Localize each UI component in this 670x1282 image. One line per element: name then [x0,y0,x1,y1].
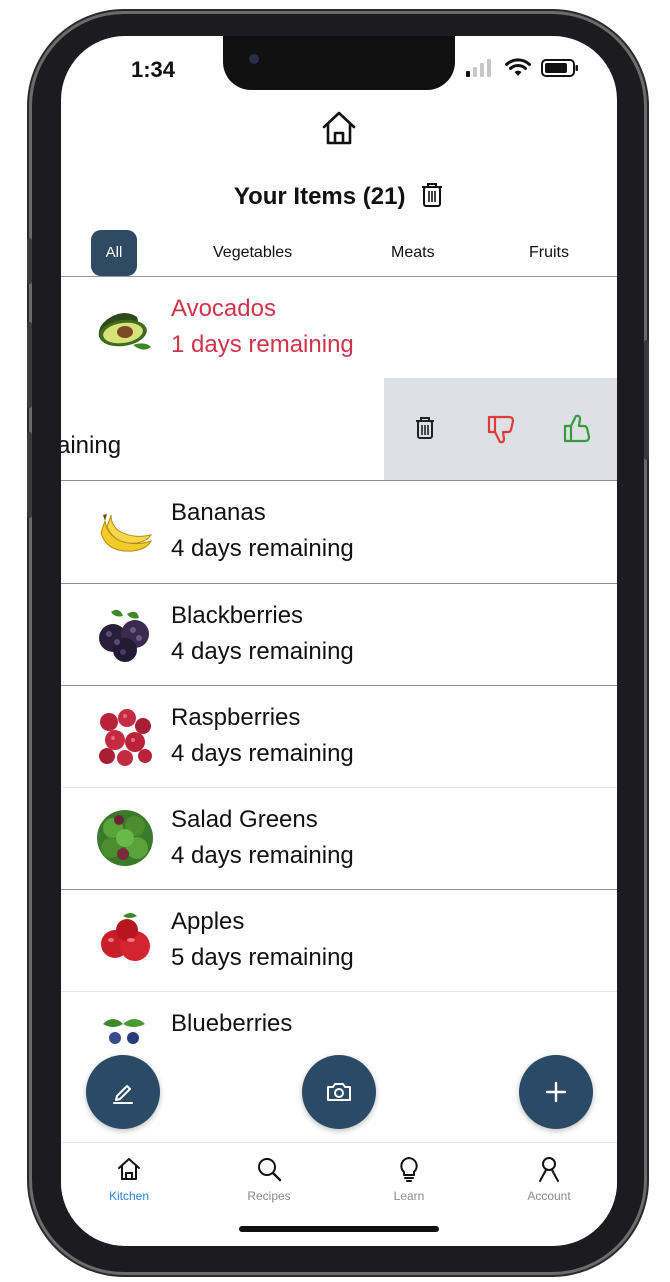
nav-item-learn[interactable]: Learn [364,1155,454,1203]
item-days-remaining: 5 days remaining [171,944,354,971]
nav-item-account[interactable]: Account [504,1155,594,1203]
camera-button[interactable] [302,1055,376,1129]
item-name: Raspberries [171,704,301,731]
volume-down-button [27,432,32,518]
list-item[interactable]: Apples 5 days remaining [61,890,617,992]
trash-icon[interactable] [408,412,442,446]
list-item[interactable]: Salad Greens 4 days remaining [61,788,617,890]
tab-vegetables[interactable]: Vegetables [213,230,292,276]
banana-image [100,514,153,552]
status-time: 1:34 [131,57,176,82]
list-item[interactable]: Bananas 4 days remaining [61,481,617,583]
item-name: Bananas [171,499,266,526]
search-icon [258,1158,282,1182]
app-screen: 1:34 Your Items (21) All Vegetables Meat… [61,36,617,1246]
camera-icon [327,1083,351,1101]
home-icon[interactable] [319,108,359,148]
plus-icon [545,1081,567,1103]
status-icons [465,56,579,80]
list-item[interactable]: Avocados 1 days remaining [61,277,617,379]
nav-label: Account [527,1189,571,1203]
tab-all[interactable]: All [91,230,137,276]
category-tabs: All Vegetables Meats Fruits [61,230,617,276]
list-item[interactable]: Raspberries 4 days remaining [61,686,617,788]
item-days-remaining: 1 days remaining [171,331,354,358]
nav-label: Kitchen [108,1189,150,1203]
person-icon [539,1157,559,1182]
salad-greens-image [97,810,153,866]
nav-item-kitchen[interactable]: Kitchen [84,1155,174,1203]
nav-item-recipes[interactable]: Recipes [224,1155,314,1203]
tab-meats[interactable]: Meats [391,230,435,276]
camera-lens [249,54,259,64]
pencil-icon [113,1085,133,1104]
battery-icon [541,59,578,77]
item-days-remaining: aining [61,432,122,459]
home-indicator [239,1226,439,1232]
swipe-actions [384,378,617,480]
item-name: Blackberries [171,602,304,629]
add-item-button[interactable] [519,1055,593,1129]
list-item[interactable]: Blackberries 4 days remaining [61,584,617,686]
raspberry-image [99,709,152,766]
page-title: Your Items (21) [233,183,406,210]
blackberry-image [99,609,149,662]
mute-switch [27,238,32,284]
trash-icon[interactable] [420,182,444,208]
avocado-image [98,313,151,350]
volume-up-button [27,322,32,408]
page-title-row: Your Items (21) [61,182,617,211]
nav-label: Recipes [247,1189,291,1203]
apple-image [101,913,150,961]
item-days-remaining: 4 days remaining [171,740,354,767]
item-days-remaining: 4 days remaining [171,535,354,562]
item-days-remaining: 4 days remaining [171,842,354,869]
notch [223,36,455,90]
edit-button[interactable] [86,1055,160,1129]
home-icon [118,1158,140,1180]
signal-icon [466,59,491,77]
power-button [644,340,649,460]
thumbs-down-icon[interactable] [484,412,518,446]
tab-fruits[interactable]: Fruits [529,230,569,276]
thumbs-up-icon[interactable] [560,412,594,446]
item-name: Apples [171,908,245,935]
item-name: Blueberries [171,1010,293,1037]
nav-label: Learn [393,1189,425,1203]
lightbulb-icon [400,1157,418,1182]
bottom-nav: Kitchen Recipes Learn Account [61,1142,617,1223]
item-days-remaining: 4 days remaining [171,638,354,665]
item-name: Salad Greens [171,806,318,833]
swiped-list-item[interactable]: aining [61,378,617,480]
item-name: Avocados [171,295,276,322]
wifi-icon [505,58,531,76]
